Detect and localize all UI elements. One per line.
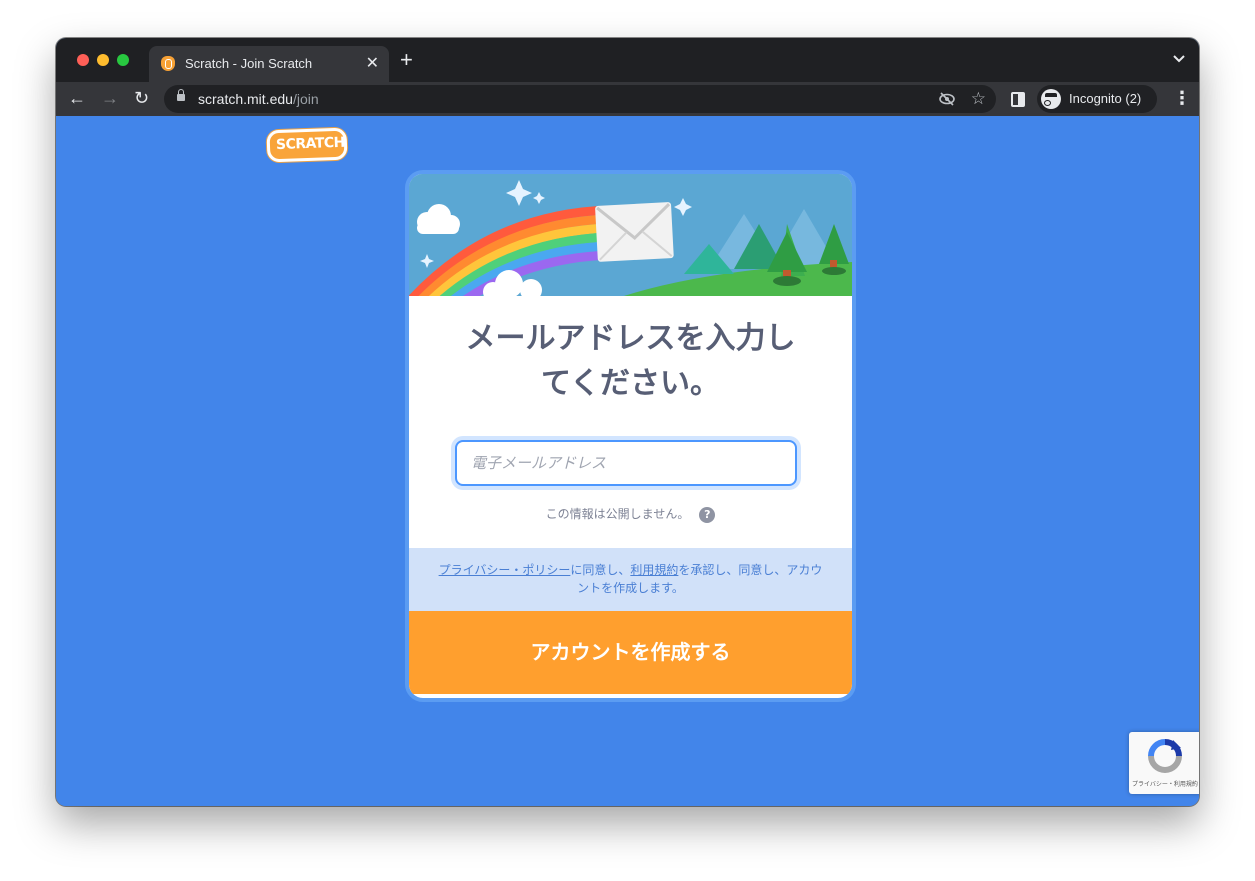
recaptcha-icon bbox=[1147, 738, 1183, 779]
url-text[interactable]: scratch.mit.edu/join bbox=[198, 91, 319, 107]
scratch-logo[interactable]: SCRATCH bbox=[266, 127, 348, 163]
incognito-icon bbox=[1041, 89, 1061, 109]
incognito-label: Incognito (2) bbox=[1069, 91, 1142, 106]
bookmark-star-icon[interactable]: ☆ bbox=[971, 89, 986, 109]
page-viewport: SCRATCH メールアドレスを入力し てください。 電子メールアドレス この情… bbox=[56, 116, 1199, 806]
recaptcha-links[interactable]: プライバシー・利用規約 bbox=[1129, 779, 1199, 788]
lock-icon[interactable] bbox=[177, 89, 185, 101]
close-tab-icon[interactable]: ✕ bbox=[366, 53, 379, 73]
side-panel-icon[interactable] bbox=[1011, 92, 1025, 107]
new-tab-button[interactable]: + bbox=[400, 49, 413, 71]
scratch-favicon-icon bbox=[161, 56, 175, 71]
consent-text: プライバシー・ポリシーに同意し、利用規約を承認し、同意し、アカウントを作成します… bbox=[409, 548, 852, 611]
browser-toolbar: ← → ↻ scratch.mit.edu/join ☆ Incognito (… bbox=[56, 82, 1199, 116]
tab-search-chevron-icon[interactable] bbox=[1173, 52, 1185, 66]
maximize-window-button[interactable] bbox=[117, 54, 129, 66]
browser-menu-icon[interactable]: ⋮ bbox=[1173, 88, 1191, 108]
join-modal: メールアドレスを入力し てください。 この情報は公開しません。? プライバシー・… bbox=[405, 170, 856, 702]
url-path: /join bbox=[292, 91, 319, 107]
address-bar[interactable]: scratch.mit.edu/join ☆ bbox=[164, 85, 996, 113]
tab-title: Scratch - Join Scratch bbox=[185, 56, 313, 71]
minimize-window-button[interactable] bbox=[97, 54, 109, 66]
incognito-profile-button[interactable]: Incognito (2) bbox=[1037, 85, 1157, 113]
back-button[interactable]: ← bbox=[68, 88, 86, 108]
url-host: scratch.mit.edu bbox=[198, 91, 293, 107]
privacy-notice-text: この情報は公開しません。 bbox=[545, 507, 690, 521]
browser-window: Scratch - Join Scratch ✕ + ← → ↻ scratch… bbox=[56, 38, 1199, 806]
help-icon[interactable]: ? bbox=[699, 506, 716, 523]
logo-text: SCRATCH bbox=[275, 134, 346, 154]
tab-scratch-join[interactable]: Scratch - Join Scratch ✕ bbox=[149, 46, 389, 82]
recaptcha-badge[interactable]: プライバシー・利用規約 bbox=[1129, 732, 1199, 794]
rainbow-envelope-illustration bbox=[409, 174, 852, 296]
privacy-notice: この情報は公開しません。? bbox=[409, 505, 852, 523]
heading-line-1: メールアドレスを入力し bbox=[465, 321, 796, 356]
heading-line-2: てください。 bbox=[540, 366, 721, 401]
close-window-button[interactable] bbox=[77, 54, 89, 66]
reload-button[interactable]: ↻ bbox=[134, 88, 149, 108]
forward-button[interactable]: → bbox=[101, 88, 119, 108]
tab-strip: Scratch - Join Scratch ✕ + bbox=[56, 38, 1199, 82]
create-account-button[interactable]: アカウントを作成する bbox=[409, 611, 852, 694]
privacy-policy-link[interactable]: プライバシー・ポリシー bbox=[439, 563, 571, 577]
tracking-protection-eye-icon[interactable] bbox=[938, 91, 956, 110]
email-field[interactable] bbox=[455, 440, 797, 486]
terms-of-use-link[interactable]: 利用規約 bbox=[630, 563, 678, 577]
page-title: メールアドレスを入力し てください。 bbox=[439, 316, 822, 406]
consent-text-1: に同意し、 bbox=[570, 563, 631, 577]
